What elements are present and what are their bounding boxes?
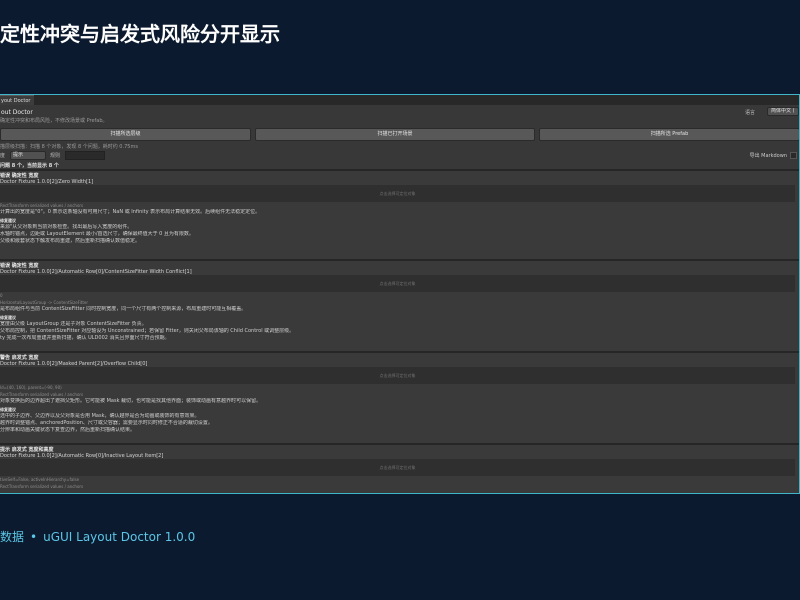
issue-card[interactable]: 警告 启发式 宽度 Doctor Fixture 1.0.0[2]/Masked… xyxy=(0,351,799,443)
footer-left: 数据 xyxy=(0,530,25,544)
issue-card[interactable]: 提示 启发式 宽度和高度 Doctor Fixture 1.0.0[2]/Aut… xyxy=(0,443,799,493)
fix-step: ty 完成一次布局重建并重新扫描，确认 ULD002 消失且界面尺寸符合预期。 xyxy=(0,335,170,341)
tab-layout-doctor[interactable]: yout Doctor xyxy=(0,95,34,105)
severity-label: 度 xyxy=(0,153,6,159)
fix-step: 选中的子边界、父边界以及父对象是否用 Mask，确认越界是否为动画或装饰的有意效… xyxy=(0,413,200,419)
preview-box[interactable]: 点击选择可定位对象 xyxy=(0,275,795,292)
fix-section-title: 修复建议 xyxy=(0,218,16,223)
results-list: 错误 确定性 宽度 Doctor Fixture 1.0.0[2]/Zero W… xyxy=(0,169,799,493)
issue-description: 对象变换后的边界超出了遮挡父矩形。它可能被 Mask 裁切，也可能是找其他界面；… xyxy=(0,398,262,404)
editor-window-screenshot: yout Doctor out Doctor 确定性冲突和布局风险，不修改场景或… xyxy=(0,94,800,494)
rule-filter-input[interactable] xyxy=(65,151,105,160)
footer-separator: • xyxy=(30,530,38,544)
window-title: out Doctor xyxy=(1,109,33,116)
issue-header: 警告 启发式 宽度 xyxy=(0,355,39,361)
issue-source: RectTransform serialized values / anchor… xyxy=(0,484,84,489)
fix-step: 宽度由父级 LayoutGroup 还是子对象 ContentSizeFitte… xyxy=(0,321,147,327)
fix-step: 来源"从父对象到当前对象检查。找出最后写入宽度的组件。 xyxy=(0,224,133,230)
rule-label: 规则 xyxy=(50,153,61,159)
export-markdown-label: 导出 Markdown xyxy=(749,153,787,159)
language-label: 语言 xyxy=(744,110,755,116)
fix-step: 分辨率和动画关键状态下复查边界，然后重新扫描确认结果。 xyxy=(0,427,136,433)
fix-step: 父布局控制，把 ContentSizeFitter 对应轴设为 Unconstr… xyxy=(0,328,295,334)
scan-selected-hierarchy-button[interactable]: 扫描所选层级 xyxy=(0,128,251,141)
issue-card[interactable]: 错误 确定性 宽度 Doctor Fixture 1.0.0[2]/Zero W… xyxy=(0,169,799,259)
footer-product: uGUI Layout Doctor 1.0.0 xyxy=(43,530,196,544)
issue-header: 提示 启发式 宽度和高度 xyxy=(0,447,54,453)
fix-section-title: 修复建议 xyxy=(0,315,16,320)
slide-title: 定性冲突与启发式风险分开显示 xyxy=(0,22,280,46)
issue-description: 是布局组件与当前 ContentSizeFitter 同时控制宽度，同一个尺寸有… xyxy=(0,306,247,312)
issue-description: 计算出的宽度是"0"。0 表示这条轴没有可用尺寸；NaN 或 Infinity … xyxy=(0,209,261,215)
issue-header: 错误 确定性 宽度 xyxy=(0,173,39,179)
fix-step: 越界时调整锚点、anchoredPosition、尺寸或父容器；需要显示时同时修… xyxy=(0,420,213,426)
slide-footer: 数据 • uGUI Layout Doctor 1.0.0 xyxy=(0,528,195,545)
severity-dropdown[interactable]: 提示 xyxy=(10,151,46,160)
issue-source: RectTransform serialized values / anchor… xyxy=(0,203,84,208)
issue-evidence: ld=(40, 160), parent=(-90, 90) xyxy=(0,385,62,390)
preview-box[interactable]: 点击选择可定位对象 xyxy=(0,367,795,384)
preview-box[interactable]: 点击选择可定位对象 xyxy=(0,185,795,202)
export-markdown-checkbox[interactable] xyxy=(790,152,797,159)
preview-box[interactable]: 点击选择可定位对象 xyxy=(0,459,795,476)
tab-bar: yout Doctor xyxy=(0,95,799,105)
issue-card[interactable]: 错误 确定性 宽度 Doctor Fixture 1.0.0[2]/Automa… xyxy=(0,259,799,351)
scan-button-row: 扫描所选层级 扫描已打开场景 扫描所选 Prefab xyxy=(0,128,799,141)
issue-evidence: 0 xyxy=(0,293,3,298)
window-subtitle: 确定性冲突和布局风险，不修改场景或 Prefab。 xyxy=(0,118,108,124)
fix-section-title: 修复建议 xyxy=(0,407,16,412)
scan-info: 描层级扫描：扫描 8 个对象，发现 8 个问题，耗时约 0.75ms xyxy=(0,144,138,150)
scan-selected-prefab-button[interactable]: 扫描所选 Prefab xyxy=(539,128,799,141)
issue-source: RectTransform serialized values / anchor… xyxy=(0,392,84,397)
fix-step: 父级和嵌套状态下触发布局重建，然后重新扫描确认数值稳定。 xyxy=(0,238,141,244)
language-dropdown[interactable]: 简体中文 ( xyxy=(767,107,799,116)
summary-text: 问题 8 个，当前显示 8 个 xyxy=(0,163,59,169)
window-header: out Doctor 确定性冲突和布局风险，不修改场景或 Prefab。 语言 … xyxy=(0,107,799,125)
fix-step: 水轴时锚点，边距或 LayoutElement 最小/首选尺寸，确保最终值大于 … xyxy=(0,231,194,237)
issue-header: 错误 确定性 宽度 xyxy=(0,263,39,269)
filter-bar: 度 提示 规则 导出 Markdown xyxy=(0,151,799,161)
issue-source: HorizontalLayoutGroup -> ContentSizeFitt… xyxy=(0,300,89,305)
scan-open-scenes-button[interactable]: 扫描已打开场景 xyxy=(255,128,535,141)
issue-evidence: tiveSelf=False, activeInHierarchy=false xyxy=(0,477,80,482)
